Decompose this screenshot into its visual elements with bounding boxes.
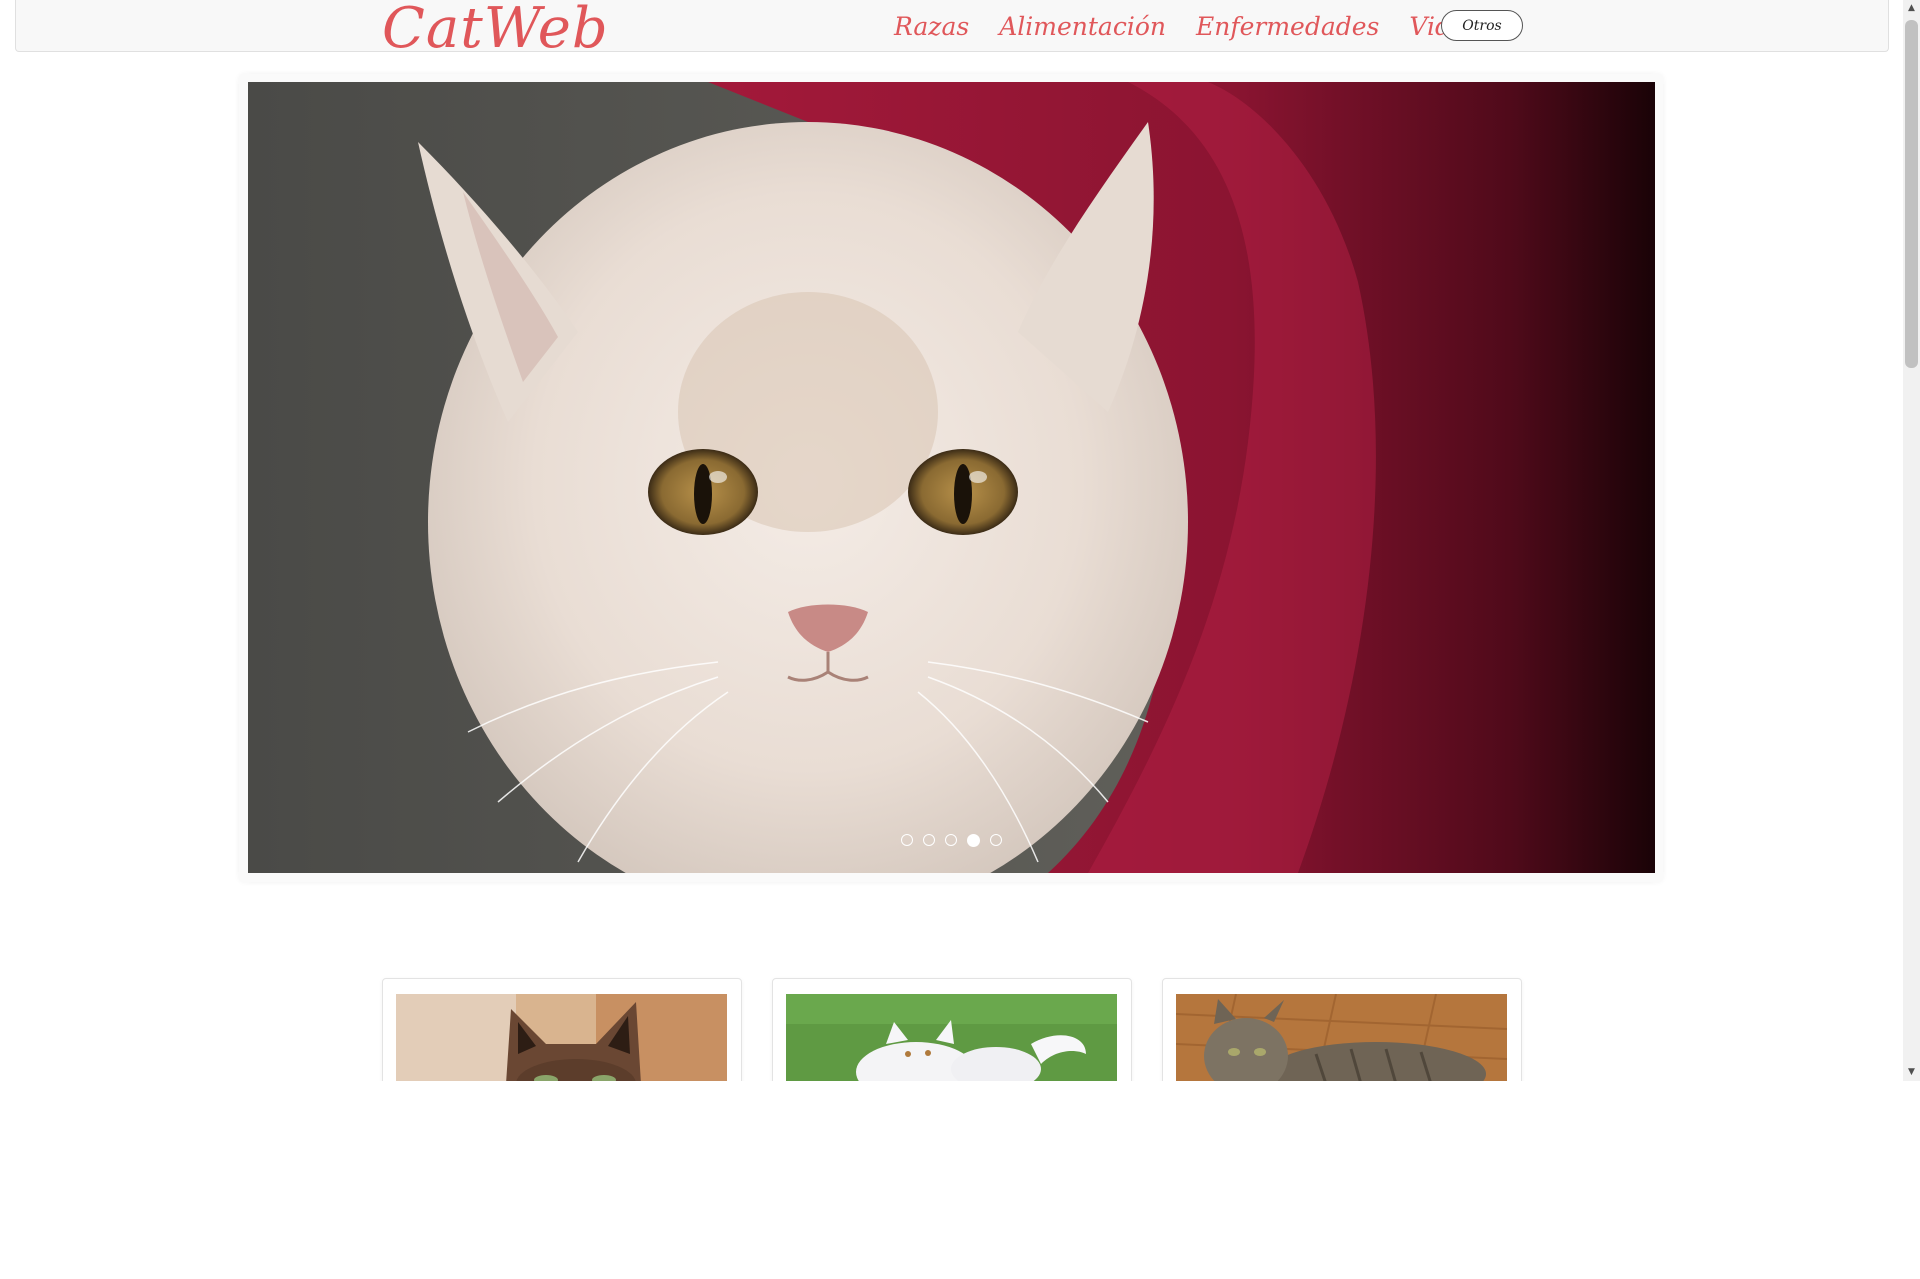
carousel-dot-5[interactable] bbox=[990, 834, 1002, 846]
nav-link-alimentacion[interactable]: Alimentación bbox=[999, 12, 1166, 41]
hero-carousel[interactable] bbox=[248, 82, 1655, 873]
scroll-up-arrow-icon[interactable]: ▲ bbox=[1903, 0, 1920, 17]
navbar: CatWeb Razas Alimentación Enfermedades V… bbox=[15, 0, 1889, 61]
otros-dropdown-button[interactable]: Otros bbox=[1441, 10, 1523, 41]
carousel-dot-2[interactable] bbox=[923, 834, 935, 846]
nav-link-razas[interactable]: Razas bbox=[894, 12, 969, 41]
blank-area bbox=[0, 1081, 1920, 1279]
carousel-dot-3[interactable] bbox=[945, 834, 957, 846]
carousel-slide-image bbox=[248, 82, 1655, 873]
nav-links: Razas Alimentación Enfermedades Videos bbox=[894, 12, 1494, 41]
carousel-dot-1[interactable] bbox=[901, 834, 913, 846]
vertical-scrollbar[interactable]: ▲ ▼ bbox=[1903, 0, 1920, 1081]
page-viewport: CatWeb Razas Alimentación Enfermedades V… bbox=[0, 0, 1920, 1081]
breed-card-3-image bbox=[1176, 994, 1507, 1081]
scroll-down-arrow-icon[interactable]: ▼ bbox=[1903, 1064, 1920, 1081]
breed-card-2-image bbox=[786, 994, 1117, 1081]
carousel-dot-4[interactable] bbox=[967, 834, 980, 847]
breed-card-3[interactable] bbox=[1162, 978, 1522, 1081]
breed-card-1[interactable] bbox=[382, 978, 742, 1081]
brand-logo[interactable]: CatWeb bbox=[382, 0, 609, 61]
breed-card-2[interactable] bbox=[772, 978, 1132, 1081]
scrollbar-thumb[interactable] bbox=[1905, 20, 1918, 368]
carousel-indicators bbox=[248, 834, 1655, 847]
breed-card-1-image bbox=[396, 994, 727, 1081]
nav-link-enfermedades[interactable]: Enfermedades bbox=[1196, 12, 1379, 41]
